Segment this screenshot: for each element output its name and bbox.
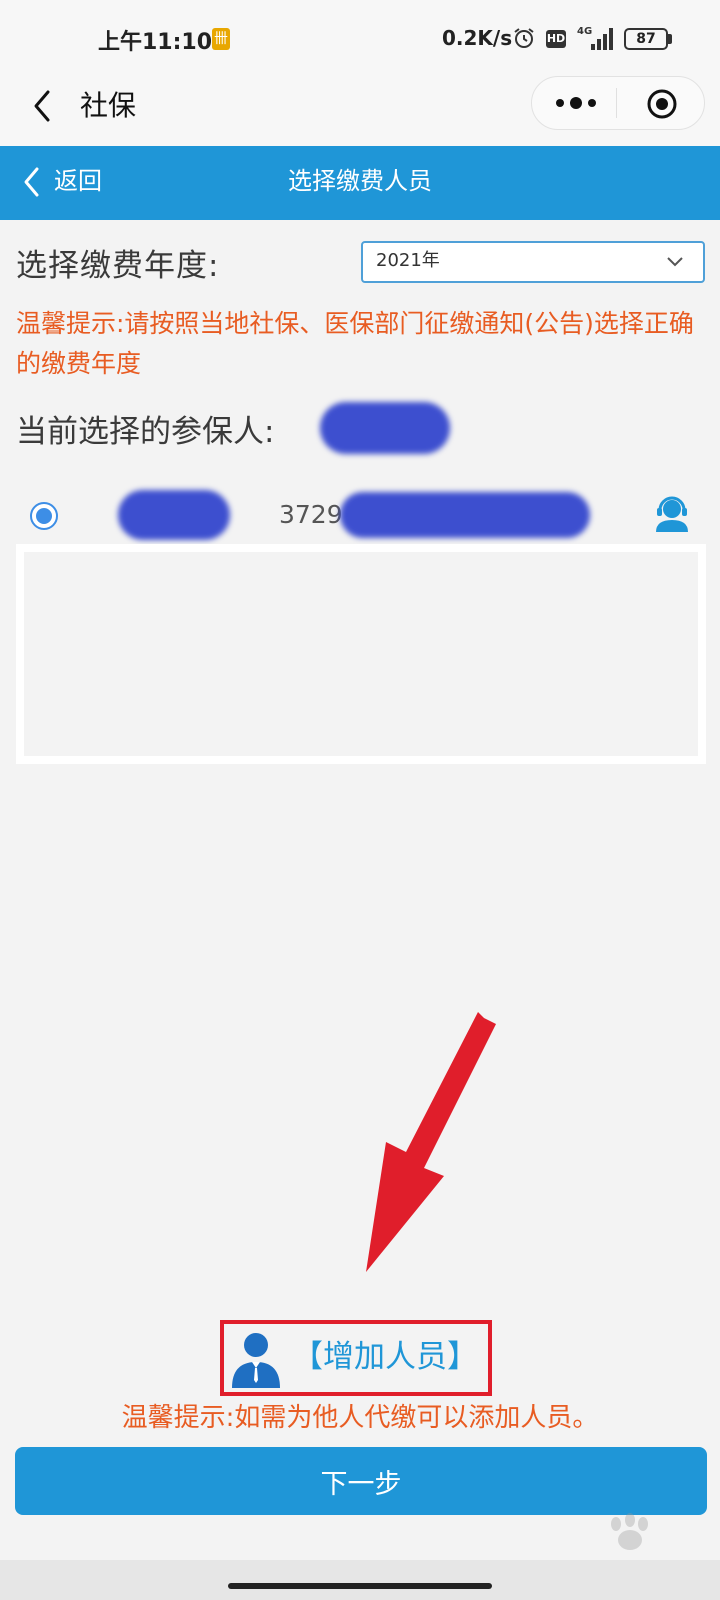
more-dots-icon[interactable] bbox=[550, 82, 602, 124]
redacted-current-name bbox=[320, 402, 450, 454]
network-speed: 0.2K/s bbox=[442, 26, 513, 50]
battery-tip bbox=[668, 34, 672, 44]
person-detail-content bbox=[24, 552, 698, 756]
redacted-person-id bbox=[340, 492, 590, 538]
person-id: 3729 bbox=[279, 500, 343, 529]
year-select-value: 2021年 bbox=[376, 250, 440, 271]
year-tip: 温馨提示:请按照当地社保、医保部门征缴通知(公告)选择正确的缴费年度 bbox=[16, 309, 694, 378]
year-label: 选择缴费年度: bbox=[16, 248, 220, 284]
home-indicator[interactable] bbox=[228, 1583, 492, 1589]
net-type: 4G bbox=[577, 26, 592, 37]
person-radio-dot bbox=[36, 508, 52, 524]
back-arrow-icon[interactable] bbox=[28, 86, 58, 126]
sim-icon: 卌 bbox=[212, 28, 230, 50]
status-time: 上午11:10 bbox=[98, 30, 213, 55]
header-title: 选择缴费人员 bbox=[288, 167, 432, 195]
redacted-person-name bbox=[118, 490, 230, 540]
watermark-logo bbox=[611, 1513, 648, 1550]
battery-icon: 87 bbox=[624, 28, 668, 50]
next-step-button[interactable]: 下一步 bbox=[15, 1447, 707, 1515]
current-person-label: 当前选择的参保人: bbox=[16, 414, 275, 450]
target-close-icon[interactable] bbox=[646, 88, 678, 120]
person-icon[interactable] bbox=[230, 1330, 282, 1388]
page-title: 社保 bbox=[80, 89, 137, 122]
alarm-icon bbox=[514, 28, 534, 48]
capsule-divider bbox=[616, 88, 617, 118]
annotation-arrow-icon bbox=[366, 1012, 496, 1272]
customer-service-icon[interactable] bbox=[652, 494, 692, 534]
chevron-down-icon bbox=[667, 257, 683, 267]
hd-icon: HD bbox=[546, 30, 566, 48]
signal-icon: 4G bbox=[577, 26, 613, 50]
add-person-tip: 温馨提示:如需为他人代缴可以添加人员。 bbox=[121, 1403, 599, 1433]
add-person-button[interactable]: 【增加人员】 bbox=[292, 1336, 478, 1378]
